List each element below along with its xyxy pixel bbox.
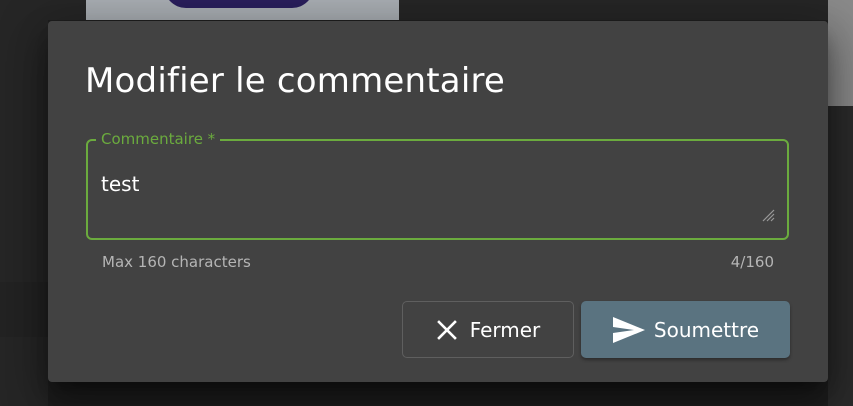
resize-handle-icon[interactable]	[759, 206, 775, 222]
comment-field[interactable]: Commentaire * test	[86, 129, 789, 240]
close-icon	[436, 319, 458, 341]
character-counter: 4/160	[730, 253, 774, 271]
thumbnail-shape	[164, 0, 314, 8]
close-button[interactable]: Fermer	[402, 301, 574, 358]
submit-button[interactable]: Soumettre	[581, 301, 790, 358]
comment-textarea[interactable]: test	[101, 171, 139, 197]
dialog-title: Modifier le commentaire	[85, 61, 506, 101]
comment-field-label: Commentaire *	[96, 129, 221, 149]
send-icon	[612, 316, 646, 344]
edit-comment-dialog: Modifier le commentaire Commentaire * te…	[48, 21, 828, 382]
background-thumbnail-image	[86, 0, 399, 20]
background-right-strip-lower	[828, 106, 853, 406]
close-button-label: Fermer	[469, 317, 541, 342]
background-right-strip	[828, 0, 853, 106]
comment-hint: Max 160 characters	[102, 253, 251, 271]
background-bottom-band	[0, 282, 48, 337]
submit-button-label: Soumettre	[653, 317, 760, 342]
background-left-panel	[0, 0, 48, 406]
